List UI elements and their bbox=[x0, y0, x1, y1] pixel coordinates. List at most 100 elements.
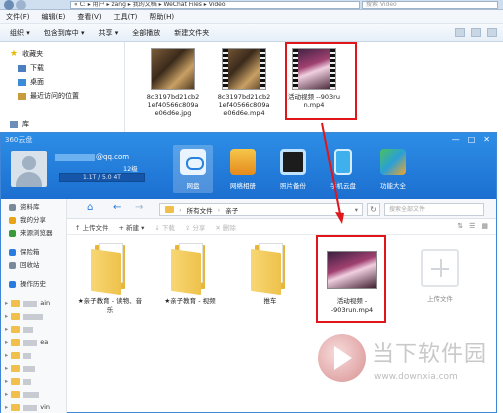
tab-label: 照片备份 bbox=[280, 182, 306, 190]
folder-item[interactable]: 推车 bbox=[235, 243, 305, 306]
email-suffix: @qq.com bbox=[96, 153, 130, 161]
explorer-search-input[interactable]: 搜索 Video bbox=[362, 1, 498, 9]
sidebar-item-my-share[interactable]: 我的分享 bbox=[1, 214, 66, 227]
view-options-icon[interactable] bbox=[455, 28, 465, 37]
menu-view[interactable]: 查看(V) bbox=[77, 12, 101, 22]
tab-phone-cloud[interactable]: 手机云盘 bbox=[323, 145, 363, 193]
avatar[interactable] bbox=[11, 151, 47, 187]
folder-icon bbox=[11, 313, 21, 320]
maximize-icon[interactable]: □ bbox=[468, 135, 476, 144]
watermark-url: www.downxia.com bbox=[374, 372, 458, 382]
refresh-icon[interactable]: ↻ bbox=[367, 203, 380, 216]
tab-cloud-drive[interactable]: 网盘 bbox=[173, 145, 213, 193]
tab-all-features[interactable]: 功能大全 bbox=[373, 145, 413, 193]
menu-help[interactable]: 帮助(H) bbox=[149, 12, 174, 22]
preview-pane-icon[interactable] bbox=[471, 28, 481, 37]
download-button[interactable]: ↓ 下载 bbox=[154, 222, 175, 232]
organize-button[interactable]: 组织 ▾ bbox=[10, 28, 30, 38]
minimize-icon[interactable]: — bbox=[452, 135, 460, 144]
watermark: 当下软件园 www.downxia.com bbox=[318, 332, 498, 404]
sidebar-folder[interactable]: ▸ bbox=[1, 388, 66, 401]
sort-icon[interactable]: ⇅ bbox=[457, 222, 463, 230]
back-arrow-icon[interactable]: ← bbox=[113, 203, 121, 213]
list-view-icon[interactable]: ☰ bbox=[469, 222, 475, 230]
nav-downloads[interactable]: 下载 bbox=[0, 61, 124, 75]
sidebar-item-browser[interactable]: 来源浏览器 bbox=[1, 227, 66, 240]
nav-label: 下载 bbox=[30, 64, 44, 72]
delete-button[interactable]: ✕ 删除 bbox=[215, 222, 236, 232]
desktop-icon bbox=[18, 78, 26, 86]
folder-icon bbox=[11, 404, 21, 411]
camera-backup-icon bbox=[280, 149, 306, 175]
recent-places-icon bbox=[18, 92, 26, 100]
play-all-button[interactable]: 全部播放 bbox=[132, 28, 160, 38]
sidebar-folder[interactable]: ▸ bbox=[1, 362, 66, 375]
download-label: 下载 bbox=[161, 223, 175, 232]
sidebar-item-history[interactable]: 操作历史 bbox=[1, 278, 66, 291]
breadcrumb-item[interactable]: 所有文件 bbox=[187, 205, 213, 215]
sidebar-item-recycle-bin[interactable]: 回收站 bbox=[1, 259, 66, 272]
sidebar-folder[interactable]: ▸ bbox=[1, 310, 66, 323]
back-icon[interactable] bbox=[4, 0, 14, 10]
cloud-sidebar: 资料库 我的分享 来源浏览器 保险箱 回收站 操作历史 ▸ ain ▸ ▸ ▸ ea… bbox=[1, 199, 67, 413]
sidebar-label: 保险箱 bbox=[20, 248, 40, 256]
account-level: 12级 bbox=[123, 165, 138, 173]
history-icon bbox=[9, 281, 16, 288]
help-icon[interactable] bbox=[487, 28, 497, 37]
forward-arrow-icon[interactable]: → bbox=[135, 203, 143, 213]
share-button[interactable]: 共享 ▾ bbox=[99, 28, 119, 38]
nav-label: 库 bbox=[22, 120, 29, 128]
file-name: ★亲子教育 - 读物、音乐 bbox=[77, 297, 143, 314]
folder-item[interactable]: ★亲子教育 - 读物、音乐 bbox=[75, 243, 145, 315]
share-label: 分享 bbox=[192, 223, 206, 232]
folder-item[interactable]: ★亲子教育 - 视频 bbox=[155, 243, 225, 306]
cloud-drive-icon bbox=[180, 149, 206, 175]
breadcrumb-item[interactable]: 亲子 bbox=[225, 205, 238, 215]
grid-view-icon[interactable]: ▦ bbox=[481, 222, 488, 230]
nav-desktop[interactable]: 桌面 bbox=[0, 75, 124, 89]
new-folder-button[interactable]: 新建文件夹 bbox=[174, 28, 209, 38]
menu-tools[interactable]: 工具(T) bbox=[114, 12, 138, 22]
sidebar-item-safe[interactable]: 保险箱 bbox=[1, 246, 66, 259]
share-icon bbox=[9, 217, 16, 224]
upload-button[interactable]: ↑ 上传文件 bbox=[75, 222, 109, 232]
menu-edit[interactable]: 编辑(E) bbox=[42, 12, 66, 22]
sidebar-folder[interactable]: ▸ bbox=[1, 375, 66, 388]
sidebar-folder[interactable]: ▸ bbox=[1, 349, 66, 362]
folder-icon bbox=[165, 206, 174, 213]
sidebar-folder[interactable]: ▸ ain bbox=[1, 297, 66, 310]
sidebar-item-library[interactable]: 资料库 bbox=[1, 201, 66, 214]
tab-photo-album[interactable]: 网络相册 bbox=[223, 145, 263, 193]
sidebar-label: 操作历史 bbox=[20, 280, 46, 288]
plus-icon bbox=[421, 249, 459, 287]
explorer-menu-bar: 文件(F) 编辑(E) 查看(V) 工具(T) 帮助(H) bbox=[0, 10, 503, 24]
nav-favorites[interactable]: ★ 收藏夹 bbox=[0, 47, 124, 61]
folder-icon bbox=[11, 391, 21, 398]
menu-file[interactable]: 文件(F) bbox=[6, 12, 30, 22]
close-icon[interactable]: ✕ bbox=[483, 135, 490, 144]
upload-tile[interactable]: 上传文件 bbox=[405, 243, 475, 304]
folder-icon bbox=[11, 365, 21, 372]
file-name: 推车 bbox=[263, 297, 277, 305]
new-button[interactable]: + 新建 ▾ bbox=[119, 222, 145, 232]
app-title: 360云盘 bbox=[5, 136, 33, 144]
sidebar-folder[interactable]: ▸ vin bbox=[1, 401, 66, 413]
nav-libraries[interactable]: 库 bbox=[0, 117, 124, 131]
cloud-nav-bar: ⌂ ← → › 所有文件 › 亲子 ▾ ↻ 搜索全部文件 bbox=[1, 199, 496, 219]
include-in-library-button[interactable]: 包含到库中 ▾ bbox=[44, 28, 85, 38]
highlight-box bbox=[285, 42, 357, 120]
tab-photo-backup[interactable]: 照片备份 bbox=[273, 145, 313, 193]
sidebar-folder[interactable]: ▸ ea bbox=[1, 336, 66, 349]
file-item[interactable]: 8c3197bd21cb2 1ef40566c809a e06d6e.mp4 bbox=[216, 48, 272, 117]
cloud-search-input[interactable]: 搜索全部文件 bbox=[384, 203, 484, 216]
sidebar-folder[interactable]: ▸ bbox=[1, 323, 66, 336]
file-item[interactable]: 8c3197bd21cb2 1ef40566c809a e06d6e.jpg bbox=[145, 48, 201, 117]
folder-icon bbox=[11, 300, 21, 307]
sidebar-label: 资料库 bbox=[20, 203, 40, 211]
home-icon[interactable]: ⌂ bbox=[87, 203, 93, 213]
nav-recent[interactable]: 最近访问的位置 bbox=[0, 89, 124, 103]
folder-icon bbox=[11, 339, 21, 346]
explorer-path[interactable]: « C: ▸ 用户 ▸ zang ▸ 我的文档 ▸ WeChat Files ▸… bbox=[70, 1, 360, 9]
share-file-button[interactable]: ⇪ 分享 bbox=[185, 222, 206, 232]
forward-icon[interactable] bbox=[16, 0, 26, 10]
